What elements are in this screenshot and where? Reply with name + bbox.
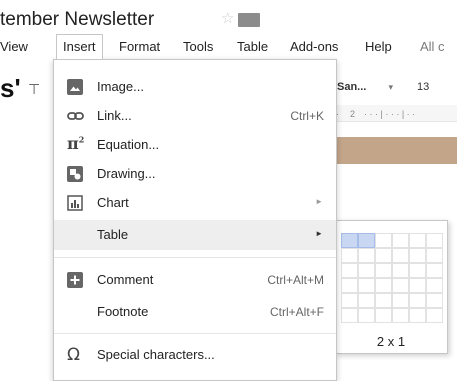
menu-item-label: Table (97, 227, 129, 242)
table-grid-cell[interactable] (358, 293, 375, 308)
table-grid-cell[interactable] (392, 248, 409, 263)
table-grid-cell[interactable] (409, 248, 426, 263)
header-banner (330, 137, 457, 164)
toolbar-fragment: s' (0, 73, 21, 103)
font-select-value: San... (337, 81, 367, 93)
star-icon[interactable]: ☆ (221, 11, 234, 26)
link-icon (67, 108, 84, 124)
menu-tools[interactable]: Tools (183, 35, 213, 59)
table-size-picker: 2 x 1 (335, 220, 448, 354)
table-grid-cell[interactable] (392, 263, 409, 278)
table-size-label: 2 x 1 (376, 334, 406, 349)
table-grid-cell[interactable] (358, 308, 375, 323)
menu-format[interactable]: Format (119, 35, 160, 59)
table-grid-cell[interactable] (426, 248, 443, 263)
chevron-down-icon: ▾ (388, 82, 393, 92)
menu-item-label: Special characters... (97, 347, 215, 362)
table-grid-cell[interactable] (358, 248, 375, 263)
table-grid-cell[interactable] (375, 263, 392, 278)
font-size-select[interactable]: 13 (417, 75, 429, 99)
menu-view[interactable]: View (0, 35, 28, 59)
table-grid-cell[interactable] (341, 293, 358, 308)
menu-item-shortcut: Ctrl+K (290, 109, 324, 123)
ruler-mark: 2 (350, 109, 356, 119)
menu-separator (54, 257, 336, 258)
table-grid-cell[interactable] (358, 233, 375, 248)
menu-all-changes[interactable]: All c (420, 35, 445, 59)
folder-icon[interactable] (238, 13, 260, 27)
table-grid-cell[interactable] (392, 293, 409, 308)
table-grid-cell[interactable] (375, 248, 392, 263)
menu-separator (54, 333, 336, 334)
comment-icon (67, 272, 83, 288)
drawing-icon (67, 166, 83, 182)
menu-item-comment[interactable]: Comment Ctrl+Alt+M (54, 265, 336, 295)
table-grid-cell[interactable] (375, 278, 392, 293)
chart-icon (67, 195, 83, 211)
table-grid-cell[interactable] (426, 263, 443, 278)
table-grid-cell[interactable] (409, 233, 426, 248)
table-grid-cell[interactable] (358, 263, 375, 278)
equation-icon: π2 (67, 134, 85, 153)
table-grid-cell[interactable] (426, 278, 443, 293)
font-select[interactable]: San... ▾ (330, 75, 397, 99)
menu-item-footnote[interactable]: Footnote Ctrl+Alt+F (54, 297, 336, 327)
table-grid-cell[interactable] (375, 233, 392, 248)
menu-item-table[interactable]: Table ► (54, 220, 336, 250)
menu-add-ons[interactable]: Add-ons (290, 35, 338, 59)
menu-item-chart[interactable]: Chart ► (54, 188, 336, 218)
table-grid-cell[interactable] (341, 263, 358, 278)
menu-insert[interactable]: Insert (56, 34, 103, 59)
menu-item-drawing[interactable]: Drawing... (54, 159, 336, 189)
image-icon (67, 79, 83, 95)
table-grid-cell[interactable] (426, 293, 443, 308)
menu-item-label: Image... (97, 79, 144, 94)
table-grid-cell[interactable] (341, 308, 358, 323)
menu-item-label: Comment (97, 272, 154, 287)
menu-item-label: Chart (97, 195, 129, 210)
menu-item-label: Equation... (97, 137, 160, 152)
menu-table[interactable]: Table (237, 35, 268, 59)
chevron-right-icon: ► (315, 229, 323, 238)
menu-item-link[interactable]: Link... Ctrl+K (54, 101, 336, 131)
menu-item-shortcut: Ctrl+Alt+M (267, 273, 324, 287)
table-grid-cell[interactable] (426, 233, 443, 248)
chevron-right-icon: ► (315, 197, 323, 206)
menu-item-image[interactable]: Image... (54, 72, 336, 102)
menu-item-label: Drawing... (97, 166, 156, 181)
menu-item-label: Link... (97, 108, 132, 123)
menu-help[interactable]: Help (365, 35, 392, 59)
insert-menu-dropdown: Image... Link... Ctrl+K π2 Equation... D… (53, 59, 337, 381)
table-grid-cell[interactable] (375, 293, 392, 308)
table-grid-cell[interactable] (409, 263, 426, 278)
table-grid-cell[interactable] (426, 308, 443, 323)
menubar: View Insert Format Tools Table Add-ons H… (0, 34, 457, 59)
table-grid-cell[interactable] (375, 308, 392, 323)
table-grid-cell[interactable] (341, 278, 358, 293)
menu-item-shortcut: Ctrl+Alt+F (269, 305, 324, 319)
paint-format-icon[interactable]: ⊤ (28, 81, 40, 98)
document-title[interactable]: tember Newsletter (0, 5, 154, 35)
table-grid-cell[interactable] (392, 278, 409, 293)
omega-icon: Ω (67, 345, 80, 365)
table-grid-cell[interactable] (409, 278, 426, 293)
table-grid-cell[interactable] (409, 308, 426, 323)
menu-item-label: Footnote (97, 304, 149, 319)
table-grid-cell[interactable] (392, 233, 409, 248)
menu-item-equation[interactable]: π2 Equation... (54, 130, 336, 160)
table-grid-cell[interactable] (358, 278, 375, 293)
table-grid-cell[interactable] (392, 308, 409, 323)
table-grid-cell[interactable] (341, 248, 358, 263)
menu-item-special-characters[interactable]: Ω Special characters... (54, 340, 336, 370)
ruler: · 2 · · · | · · · | · · (330, 105, 457, 122)
table-grid-cell[interactable] (409, 293, 426, 308)
table-grid-cell[interactable] (341, 233, 358, 248)
